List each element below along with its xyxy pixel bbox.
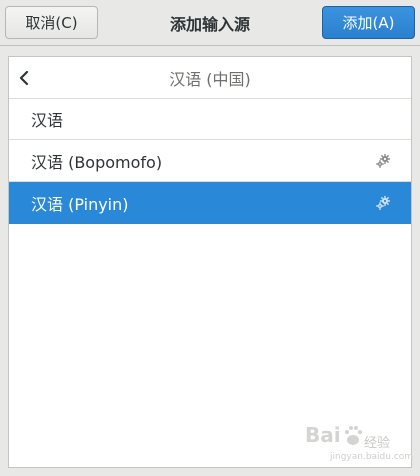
watermark-url: jingyan.baidu.com [330,452,414,462]
dialog-title: 添加输入源 [169,15,250,34]
list-item-label: 汉语 [31,111,64,130]
add-button-label: 添加(A) [342,14,395,32]
add-button[interactable]: 添加(A) [322,6,415,39]
header-bar: 取消(C) 添加输入源 添加(A) [0,0,420,46]
group-title: 汉语 (中国) [169,69,251,89]
list-header: 汉语 (中国) [9,57,411,99]
list-item-label: 汉语 (Pinyin) [31,195,129,214]
gear-icon[interactable] [375,153,391,169]
watermark-brand: Bai [305,423,341,447]
gear-icon[interactable] [375,195,391,211]
chevron-left-icon[interactable] [17,70,31,86]
cancel-button[interactable]: 取消(C) [5,6,98,39]
watermark-text: 经验 [364,436,391,451]
list-item-selected[interactable]: 汉语 (Pinyin) [9,182,411,224]
list-item[interactable]: 汉语 [9,99,411,140]
add-input-source-dialog: 取消(C) 添加输入源 添加(A) 汉语 (中国) 汉语 汉语 (Bopomof… [0,0,420,476]
list-item[interactable]: 汉语 (Bopomofo) [9,140,411,182]
baidu-paw-logo: Bai [305,423,362,447]
cancel-button-label: 取消(C) [25,14,78,32]
input-source-list: 汉语 (中国) 汉语 汉语 (Bopomofo) 汉语 (Pinyin) [8,56,412,468]
list-item-label: 汉语 (Bopomofo) [31,152,163,172]
